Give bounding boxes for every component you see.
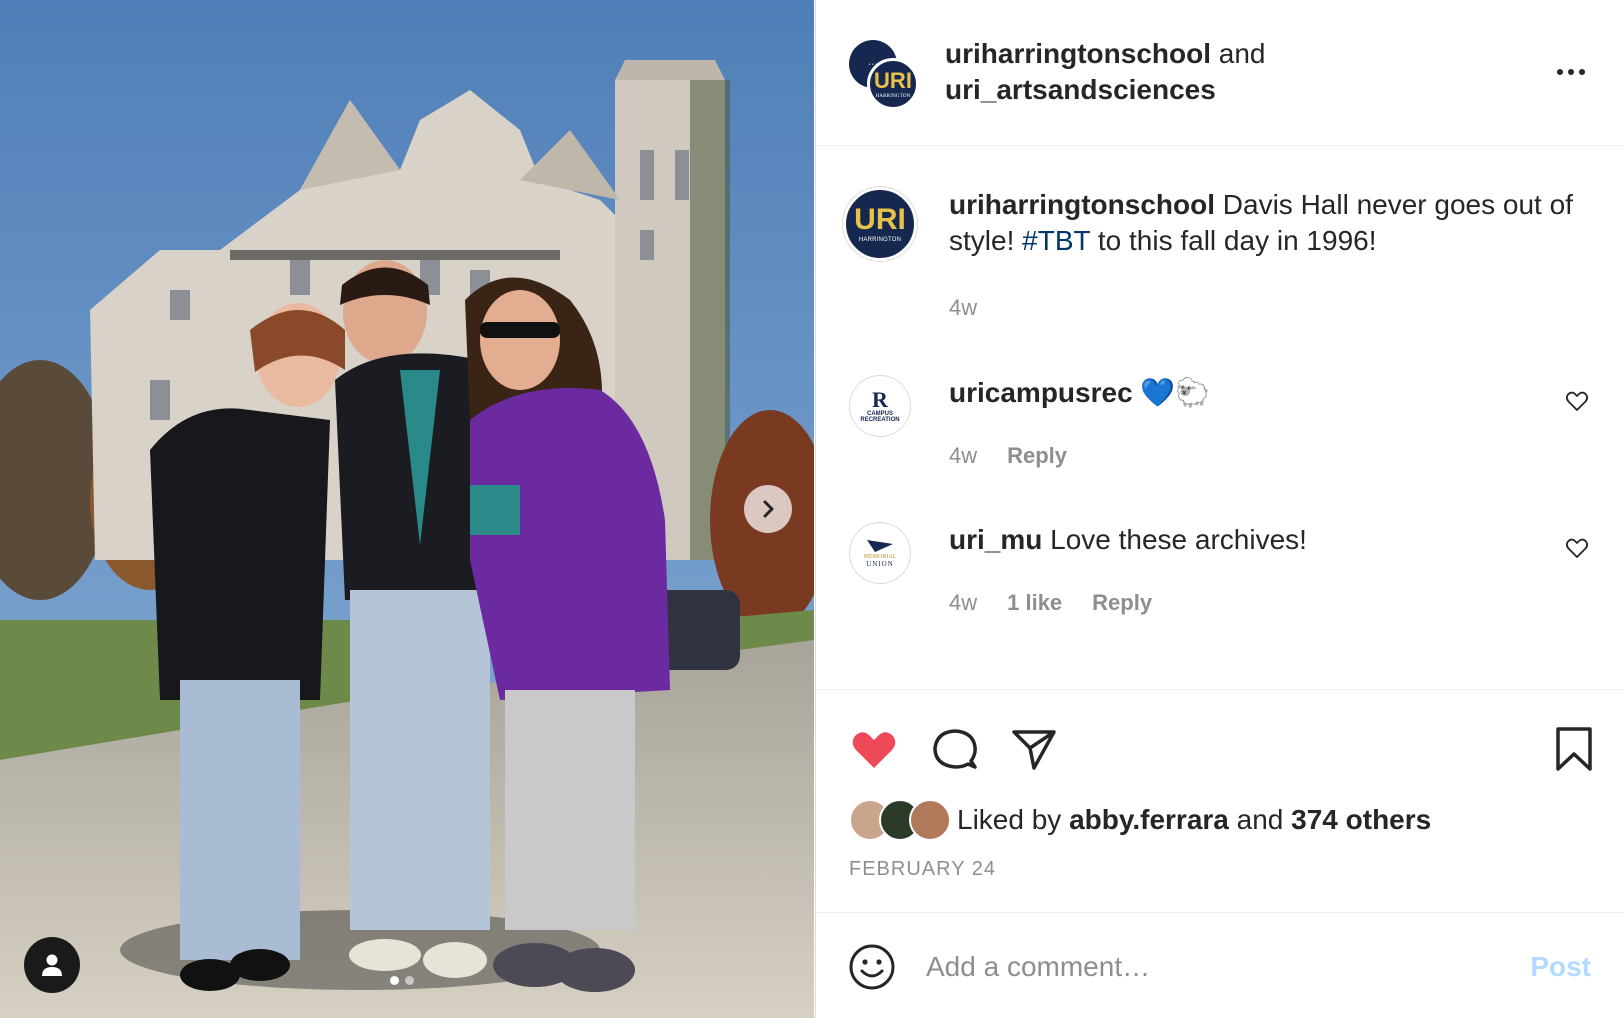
caption-avatar[interactable]: URI HARRINGTON — [843, 187, 917, 261]
post-side-panel: • • • URI HARRINGTON uriharringtonschool… — [815, 0, 1624, 1018]
liker-avatars[interactable] — [849, 799, 953, 841]
more-options-icon[interactable] — [1551, 60, 1591, 84]
account-link-2[interactable]: uri_artsandsciences — [945, 74, 1216, 105]
memorial-union-flag-icon — [867, 540, 893, 552]
add-comment-bar: Post — [816, 912, 1624, 1018]
avatar-sub-text: HARRINGTON — [875, 93, 911, 99]
comment-icon[interactable] — [930, 724, 980, 774]
caption-username[interactable]: uriharringtonschool — [949, 189, 1215, 220]
comment-username[interactable]: uri_mu — [949, 524, 1042, 555]
carousel-indicator — [390, 976, 414, 985]
comment-meta: 4w 1 like Reply — [949, 590, 1152, 616]
comment-text: uri_mu Love these archives! — [949, 522, 1585, 558]
header-accounts: uriharringtonschool and uri_artsandscien… — [945, 36, 1266, 108]
comment-avatar-uri-mu[interactable]: MEMORIAL UNION — [849, 522, 911, 584]
post-comment-button[interactable]: Post — [1530, 951, 1591, 983]
comment-reply-button[interactable]: Reply — [1092, 590, 1152, 616]
caption-avatar-text: URI — [854, 203, 906, 236]
post-photo[interactable] — [0, 0, 814, 1018]
caption-text-after: to this fall day in 1996! — [1097, 225, 1377, 256]
comment-likes-count[interactable]: 1 like — [1007, 590, 1062, 616]
caption-text: uriharringtonschool Davis Hall never goe… — [949, 187, 1585, 259]
liked-by-and: and — [1236, 804, 1284, 835]
like-heart-filled-icon[interactable] — [849, 724, 899, 774]
comment-meta: 4w Reply — [949, 443, 1067, 469]
avatar-uriharringtonschool[interactable]: URI HARRINGTON — [867, 58, 919, 110]
campusrec-logo-mark: R — [872, 387, 888, 412]
photo-davis-hall — [0, 0, 814, 1018]
comment-text: uricampusrec 💙🐑 — [949, 375, 1585, 411]
add-comment-input[interactable] — [926, 943, 1486, 991]
post-date[interactable]: FEBRUARY 24 — [849, 858, 996, 881]
account-link-1[interactable]: uriharringtonschool — [945, 38, 1211, 69]
post-header: • • • URI HARRINGTON uriharringtonschool… — [816, 0, 1624, 146]
comment-username[interactable]: uricampusrec — [949, 377, 1133, 408]
carousel-dot — [405, 976, 414, 985]
more-dot — [1568, 69, 1574, 75]
save-bookmark-icon[interactable] — [1549, 724, 1599, 774]
avatar-uri-text: URI — [874, 67, 912, 93]
account-connector: and — [1218, 38, 1266, 69]
likes-summary: Liked by abby.ferrara and 374 others — [849, 798, 1431, 842]
next-photo-button[interactable] — [744, 485, 792, 533]
comments-list[interactable]: URI HARRINGTON uriharringtonschool Davis… — [816, 147, 1624, 687]
more-dot — [1557, 69, 1563, 75]
carousel-dot-active — [390, 976, 399, 985]
liked-by-others[interactable]: 374 others — [1291, 804, 1431, 836]
post-actions: Liked by abby.ferrara and 374 others FEB… — [816, 689, 1624, 911]
mu-logo-line2: UNION — [866, 560, 894, 568]
emoji-smiley-icon[interactable] — [848, 943, 896, 991]
liker-avatar[interactable] — [909, 799, 951, 841]
comment-time[interactable]: 4w — [949, 443, 977, 469]
share-send-icon[interactable] — [1009, 724, 1059, 774]
person-icon — [42, 954, 62, 976]
caption-meta: 4w — [949, 295, 977, 321]
collab-avatars[interactable]: • • • URI HARRINGTON — [849, 40, 919, 110]
caption-time[interactable]: 4w — [949, 295, 977, 321]
comment-avatar-uricampusrec[interactable]: R CAMPUS RECREATION — [849, 375, 911, 437]
comment-like-heart-icon[interactable] — [1565, 536, 1589, 560]
caption-hashtag[interactable]: #TBT — [1022, 225, 1090, 256]
more-dot — [1579, 69, 1585, 75]
liked-by-user[interactable]: abby.ferrara — [1069, 804, 1229, 836]
tagged-users-button[interactable] — [24, 937, 80, 993]
caption-avatar-sub: HARRINGTON — [858, 237, 902, 243]
comment-body: 💙🐑 — [1140, 377, 1211, 408]
comment-time[interactable]: 4w — [949, 590, 977, 616]
comment-body: Love these archives! — [1050, 524, 1307, 555]
campusrec-logo-line2: RECREATION — [860, 417, 900, 423]
chevron-right-icon — [763, 500, 774, 518]
comment-reply-button[interactable]: Reply — [1007, 443, 1067, 469]
comment-like-heart-icon[interactable] — [1565, 389, 1589, 413]
instagram-post: • • • URI HARRINGTON uriharringtonschool… — [0, 0, 1624, 1018]
liked-by-prefix: Liked by — [957, 804, 1062, 835]
